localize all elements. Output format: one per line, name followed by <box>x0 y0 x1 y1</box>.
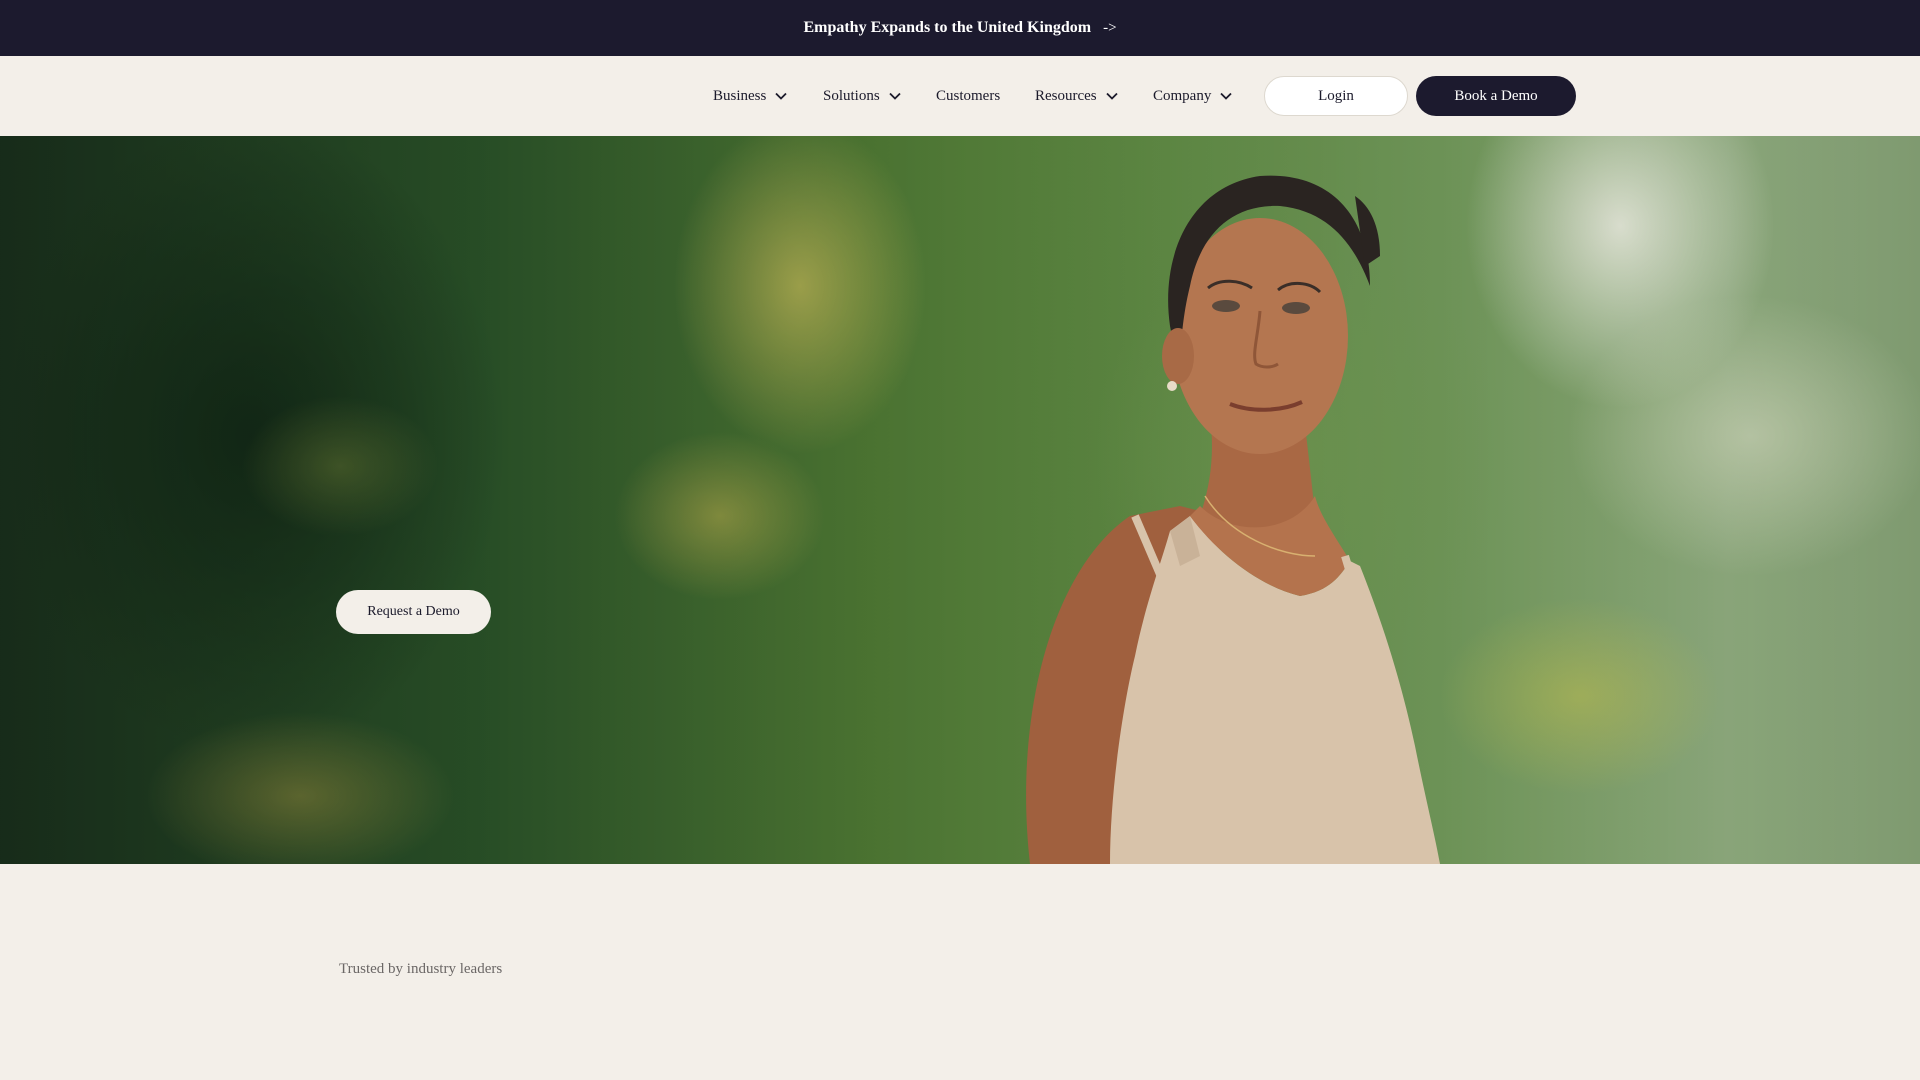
main-nav: Business Solutions Customers Resources C… <box>0 56 1920 136</box>
nav-item-resources[interactable]: Resources <box>1035 56 1119 136</box>
nav-item-business[interactable]: Business <box>713 56 788 136</box>
chevron-down-icon <box>1106 92 1118 100</box>
announcement-bar[interactable]: Empathy Expands to the United Kingdom -> <box>0 0 1920 56</box>
arrow-icon[interactable]: -> <box>1103 20 1116 37</box>
nav-item-label: Business <box>713 87 767 104</box>
chevron-down-icon <box>1220 92 1232 100</box>
nav-item-label: Customers <box>936 87 1001 104</box>
nav-item-company[interactable]: Company <box>1153 56 1233 136</box>
nav-item-label: Resources <box>1035 87 1097 104</box>
chevron-down-icon <box>889 92 901 100</box>
nav-item-solutions[interactable]: Solutions <box>823 56 902 136</box>
trusted-heading: Trusted by industry leaders <box>339 961 503 977</box>
chevron-down-icon <box>775 92 787 100</box>
announcement-text[interactable]: Empathy Expands to the United Kingdom <box>803 19 1091 37</box>
nav-item-customers[interactable]: Customers <box>936 56 1000 136</box>
book-demo-button[interactable]: Book a Demo <box>1416 76 1576 116</box>
nav-item-label: Company <box>1153 87 1212 104</box>
request-demo-button[interactable]: Request a Demo <box>336 590 491 634</box>
hero-section: Request a Demo <box>0 136 1920 864</box>
login-button[interactable]: Login <box>1264 76 1408 116</box>
portrait-photo-icon <box>1026 175 1440 864</box>
nav-item-label: Solutions <box>823 87 880 104</box>
